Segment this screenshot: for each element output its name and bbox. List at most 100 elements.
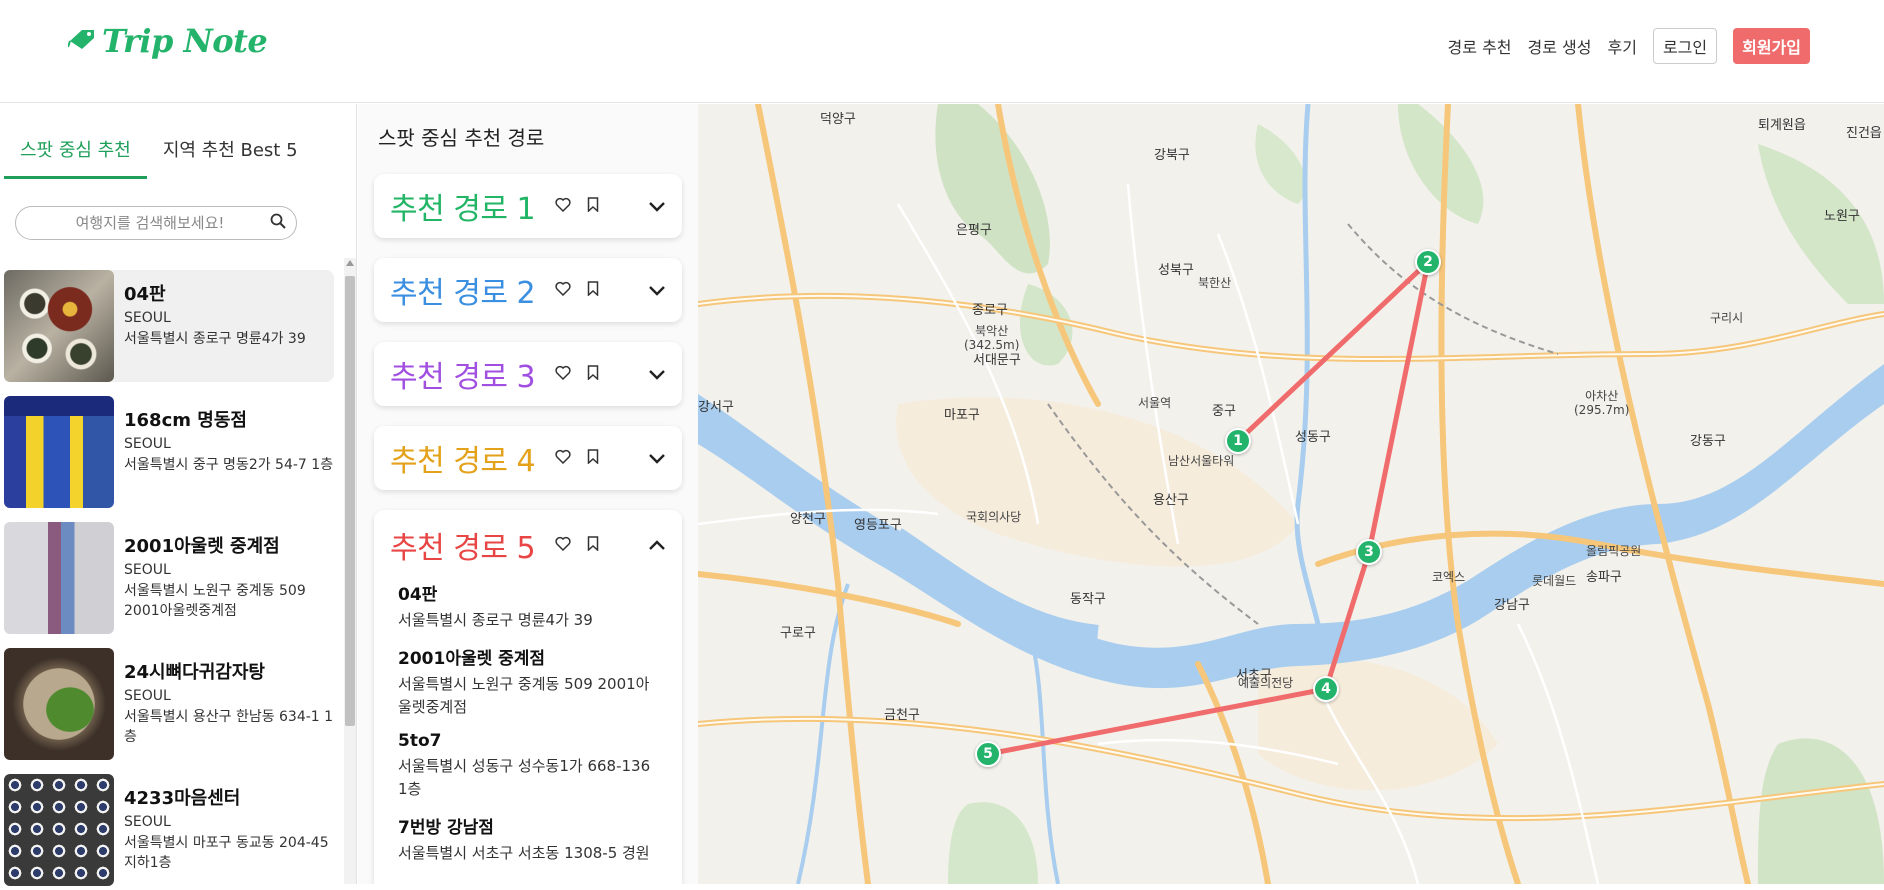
map-label: 은평구 xyxy=(956,223,992,238)
stop-address: 서울특별시 노원구 중계동 509 2001아울렛중계점 xyxy=(398,675,650,716)
route-map[interactable]: 노원구 진건읍 강북구 북한산 성북구 종로구 은평구 서대문구 마포구 중구 … xyxy=(698,104,1884,884)
route-card-5[interactable]: 추천 경로 5 04판 서울특별시 종로구 명륜4가 39 2001아울렛 중계… xyxy=(374,510,682,884)
spot-panel: 스팟 중심 추천 지역 추천 Best 5 04판 SEOUL 서울특별시 종로… xyxy=(0,104,357,886)
spot-address: 서울특별시 중구 명동2가 54-7 1층 xyxy=(124,457,334,473)
scroll-up-arrow[interactable] xyxy=(346,260,354,266)
map-label: 남산서울타워 xyxy=(1168,454,1235,468)
map-label: 아차산 (295.7m) xyxy=(1574,389,1630,417)
spot-name: 04판 xyxy=(124,284,166,305)
map-label: 강남구 xyxy=(1494,598,1530,613)
map-label: 진건읍 xyxy=(1846,126,1882,141)
route-title: 추천 경로 2 xyxy=(390,276,536,311)
spot-name: 2001아울렛 중계점 xyxy=(124,536,280,557)
bookmark-icon[interactable] xyxy=(587,448,599,468)
map-label: 금천구 xyxy=(884,708,920,723)
spot-thumbnail xyxy=(4,522,114,634)
map-label: 예술의전당 xyxy=(1238,676,1294,690)
tab-spot-recommend[interactable]: 스팟 중심 추천 xyxy=(4,124,147,179)
route-stop[interactable]: 04판 서울특별시 종로구 명륜4가 39 xyxy=(398,580,658,632)
chevron-up-icon[interactable] xyxy=(648,536,666,555)
recommend-tabs: 스팟 중심 추천 지역 추천 Best 5 xyxy=(4,124,314,179)
list-item[interactable]: 2001아울렛 중계점 SEOUL 서울특별시 노원구 중계동 509 2001… xyxy=(4,522,334,634)
map-label: 동작구 xyxy=(1070,592,1106,607)
map-label: 국회의사당 xyxy=(966,510,1022,524)
bookmark-icon[interactable] xyxy=(587,364,599,384)
top-nav: 경로 추천 경로 생성 후기 로그인 회원가입 xyxy=(1448,28,1810,64)
nav-reviews[interactable]: 후기 xyxy=(1607,34,1636,58)
map-label: 북악산 (342.5m) xyxy=(964,324,1020,352)
logo-text: Trip Note xyxy=(102,22,268,60)
spot-city: SEOUL xyxy=(124,562,171,578)
route-marker-2[interactable]: 2 xyxy=(1415,249,1441,275)
spot-name: 168cm 명동점 xyxy=(124,410,247,431)
map-label: 롯데월드 xyxy=(1532,574,1577,588)
spot-thumbnail xyxy=(4,396,114,508)
route-marker-4[interactable]: 4 xyxy=(1313,676,1339,702)
route-card-1[interactable]: 추천 경로 1 xyxy=(374,174,682,238)
spot-city: SEOUL xyxy=(124,688,171,704)
map-label: 강서구 xyxy=(698,400,734,415)
chevron-down-icon[interactable] xyxy=(648,197,666,216)
map-label: 중구 xyxy=(1212,404,1236,419)
route-marker-1[interactable]: 1 xyxy=(1225,428,1251,454)
tab-region-best5[interactable]: 지역 추천 Best 5 xyxy=(147,124,314,179)
search-input[interactable] xyxy=(30,214,270,232)
nav-route-recommend[interactable]: 경로 추천 xyxy=(1448,34,1512,58)
route-marker-5[interactable]: 5 xyxy=(975,741,1001,767)
map-label: 퇴계원읍 xyxy=(1758,118,1806,133)
route-marker-3[interactable]: 3 xyxy=(1356,539,1382,565)
spot-thumbnail xyxy=(4,648,114,760)
list-item[interactable]: 24시뼈다귀감자탕 SEOUL 서울특별시 용산구 한남동 634-1 1층 xyxy=(4,648,334,760)
heart-icon[interactable] xyxy=(555,365,571,384)
list-item[interactable]: 168cm 명동점 SEOUL 서울특별시 중구 명동2가 54-7 1층 xyxy=(4,396,334,508)
signup-button[interactable]: 회원가입 xyxy=(1733,28,1810,64)
heart-icon[interactable] xyxy=(555,536,571,555)
logo[interactable]: Trip Note xyxy=(67,22,268,60)
stop-address: 서울특별시 서초구 서초동 1308-5 경원 xyxy=(398,844,650,862)
route-panel-title: 스팟 중심 추천 경로 xyxy=(378,126,545,150)
route-card-3[interactable]: 추천 경로 3 xyxy=(374,342,682,406)
list-item[interactable]: 04판 SEOUL 서울특별시 종로구 명륜4가 39 xyxy=(4,270,334,382)
stop-address: 서울특별시 종로구 명륜4가 39 xyxy=(398,611,593,629)
map-label: 구리시 xyxy=(1710,311,1744,325)
map-label: 종로구 xyxy=(972,303,1008,318)
map-label: 성북구 xyxy=(1158,263,1194,278)
spot-address: 서울특별시 용산구 한남동 634-1 1층 xyxy=(124,709,334,745)
chevron-down-icon[interactable] xyxy=(648,281,666,300)
list-item[interactable]: 4233마음센터 SEOUL 서울특별시 마포구 동교동 204-45 지하1층 xyxy=(4,774,334,886)
stop-name: 5to7 xyxy=(398,731,442,751)
search-box xyxy=(15,206,297,240)
map-label: 서울역 xyxy=(1138,396,1172,410)
map-label: 코엑스 xyxy=(1432,570,1466,584)
route-card-4[interactable]: 추천 경로 4 xyxy=(374,426,682,490)
login-button[interactable]: 로그인 xyxy=(1652,28,1718,64)
route-title: 추천 경로 1 xyxy=(390,192,536,227)
spot-list: 04판 SEOUL 서울특별시 종로구 명륜4가 39 168cm 명동점 SE… xyxy=(0,270,340,890)
stop-name: 7번방 강남점 xyxy=(398,818,494,838)
spot-thumbnail xyxy=(4,774,114,886)
map-label: 강북구 xyxy=(1154,148,1190,163)
map-canvas xyxy=(698,104,1884,884)
spot-address: 서울특별시 종로구 명륜4가 39 xyxy=(124,331,306,347)
route-panel: 스팟 중심 추천 경로 추천 경로 1 추천 경로 2 추천 경로 3 추천 경… xyxy=(358,104,698,884)
route-stop-list: 04판 서울특별시 종로구 명륜4가 39 2001아울렛 중계점 서울특별시 … xyxy=(374,580,682,865)
search-icon[interactable] xyxy=(270,213,286,233)
route-stop[interactable]: 2001아울렛 중계점 서울특별시 노원구 중계동 509 2001아울렛중계점 xyxy=(398,644,658,719)
chevron-down-icon[interactable] xyxy=(648,449,666,468)
chevron-down-icon[interactable] xyxy=(648,365,666,384)
heart-icon[interactable] xyxy=(555,197,571,216)
map-label: 북한산 xyxy=(1198,276,1232,290)
route-stop[interactable]: 5to7 서울특별시 성동구 성수동1가 668-136 1층 xyxy=(398,731,658,801)
route-stop[interactable]: 7번방 강남점 서울특별시 서초구 서초동 1308-5 경원 xyxy=(398,813,658,865)
stop-name: 04판 xyxy=(398,585,438,605)
nav-route-create[interactable]: 경로 생성 xyxy=(1528,34,1592,58)
spot-list-scrollbar[interactable] xyxy=(344,258,356,884)
bookmark-icon[interactable] xyxy=(587,196,599,216)
route-card-2[interactable]: 추천 경로 2 xyxy=(374,258,682,322)
scroll-thumb[interactable] xyxy=(345,276,355,726)
heart-icon[interactable] xyxy=(555,449,571,468)
heart-icon[interactable] xyxy=(555,281,571,300)
spot-address: 서울특별시 노원구 중계동 509 2001아울렛중계점 xyxy=(124,583,306,619)
bookmark-icon[interactable] xyxy=(587,280,599,300)
bookmark-icon[interactable] xyxy=(587,535,599,555)
